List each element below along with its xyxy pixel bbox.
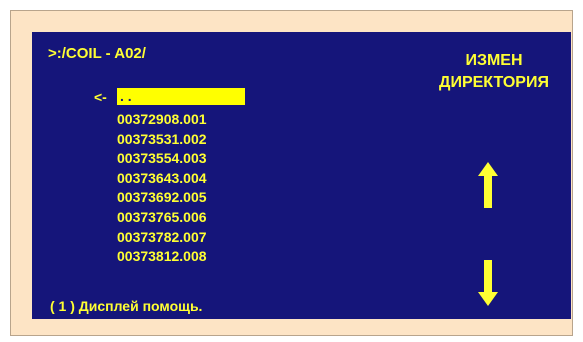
change-directory-button[interactable]: ИЗМЕН ДИРЕКТОРИЯ [426,50,562,94]
change-directory-line1: ИЗМЕН [465,52,523,69]
file-item[interactable]: 00373692.005 [117,188,207,208]
file-item[interactable]: 00373765.006 [117,208,207,228]
arrow-up-icon[interactable] [478,162,498,208]
help-hint: ( 1 ) Дисплей помощь. [50,298,203,314]
file-item[interactable]: 00373643.004 [117,169,207,189]
back-indicator: <- [94,89,107,105]
file-item[interactable]: 00373531.002 [117,130,207,150]
change-directory-line2: ДИРЕКТОРИЯ [439,74,549,91]
parent-directory-item[interactable]: . . [117,88,245,105]
file-item[interactable]: 00373812.008 [117,247,207,267]
file-list: 00372908.001 00373531.002 00373554.003 0… [117,110,207,267]
arrow-down-icon[interactable] [478,260,498,306]
current-path: >:/COIL - A02/ [48,45,146,62]
file-item[interactable]: 00373554.003 [117,149,207,169]
file-item[interactable]: 00372908.001 [117,110,207,130]
directory-screen: >:/COIL - A02/ <- . . 00372908.001 00373… [32,32,571,319]
file-item[interactable]: 00373782.007 [117,228,207,248]
